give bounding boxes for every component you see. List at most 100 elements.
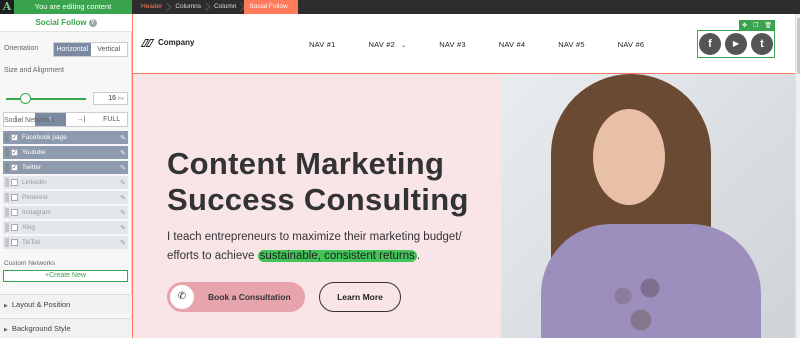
network-name: Youtube: [22, 149, 46, 156]
nav-item-2[interactable]: NAV #2 ⌄: [369, 40, 407, 49]
drag-handle-icon[interactable]: [5, 208, 9, 217]
network-checkbox[interactable]: ✓: [11, 149, 18, 156]
size-input[interactable]: 16 PX: [93, 92, 128, 105]
size-slider-track[interactable]: [6, 98, 86, 100]
section-background-style[interactable]: ▶ Background Style: [0, 318, 132, 338]
hero-photo: [501, 74, 795, 338]
section-layout-position[interactable]: ▶ Layout & Position: [0, 294, 132, 314]
network-checkbox[interactable]: ✓: [11, 164, 18, 171]
network-row-instagram[interactable]: Instagram ✎: [3, 206, 128, 219]
book-consultation-button[interactable]: ✆ Book a Consultation: [167, 282, 305, 312]
duplicate-icon[interactable]: ❐: [753, 22, 758, 29]
editor-canvas: Company NAV #1 NAV #2 ⌄ NAV #3 NAV #4 NAV…: [132, 14, 800, 338]
editing-status: You are editing content: [14, 0, 132, 14]
network-checkbox[interactable]: ✓: [11, 134, 18, 141]
edit-pencil-icon[interactable]: ✎: [118, 224, 128, 232]
headline-line-1: Content Marketing: [167, 146, 445, 181]
delete-icon[interactable]: 🗑: [764, 22, 772, 29]
site-nav: NAV #1 NAV #2 ⌄ NAV #3 NAV #4 NAV #5 NAV …: [309, 40, 677, 49]
size-unit: PX: [117, 96, 124, 101]
twitter-icon[interactable]: t: [751, 33, 773, 55]
social-networks-label: Social Networks: [4, 117, 55, 124]
network-checkbox[interactable]: [11, 179, 18, 186]
element-toolbar: ✥ ❐ 🗑: [739, 20, 775, 30]
size-label: Size and Alignment: [4, 67, 64, 74]
breadcrumb-column[interactable]: Column: [209, 0, 244, 14]
network-name: Instagram: [22, 209, 51, 216]
network-name: Pinterest: [22, 194, 48, 201]
facebook-icon[interactable]: f: [699, 33, 721, 55]
network-name: LinkedIn: [22, 179, 47, 186]
breadcrumb-header[interactable]: Header: [136, 0, 170, 14]
learn-more-button[interactable]: Learn More: [319, 282, 401, 312]
drag-handle-icon[interactable]: [5, 133, 9, 142]
network-row-facebook[interactable]: ✓ Facebook page ✎: [3, 131, 128, 144]
subtext-line-2: efforts to achieve sustainable, consiste…: [167, 247, 487, 266]
app-logo-icon[interactable]: A: [0, 0, 14, 14]
network-name: Xing: [22, 224, 36, 231]
orientation-label: Orientation: [4, 45, 39, 52]
site-header[interactable]: Company NAV #1 NAV #2 ⌄ NAV #3 NAV #4 NAV…: [133, 14, 795, 74]
size-slider-handle[interactable]: [20, 93, 31, 104]
edit-pencil-icon[interactable]: ✎: [118, 179, 128, 187]
photo-flowers: [596, 264, 686, 338]
drag-handle-icon[interactable]: [5, 148, 9, 157]
network-row-xing[interactable]: Xing ✎: [3, 221, 128, 234]
page-preview: Company NAV #1 NAV #2 ⌄ NAV #3 NAV #4 NAV…: [133, 14, 795, 338]
nav-item-4[interactable]: NAV #4: [499, 40, 526, 49]
orientation-toggle: Horizontal Vertical: [53, 42, 128, 57]
edit-pencil-icon[interactable]: ✎: [118, 134, 128, 142]
drag-handle-icon[interactable]: [5, 178, 9, 187]
network-row-pinterest[interactable]: Pinterest ✎: [3, 191, 128, 204]
size-value: 16: [108, 95, 116, 102]
help-icon[interactable]: ?: [88, 18, 97, 27]
drag-handle-icon[interactable]: [5, 223, 9, 232]
subtext-end: .: [416, 250, 421, 262]
edit-pencil-icon[interactable]: ✎: [118, 209, 128, 217]
headline-line-2: Success Consulting: [167, 182, 469, 217]
network-row-twitter[interactable]: ✓ Twitter ✎: [3, 161, 128, 174]
site-brand[interactable]: Company: [140, 38, 194, 47]
edit-pencil-icon[interactable]: ✎: [118, 239, 128, 247]
move-icon[interactable]: ✥: [742, 22, 747, 29]
nav-item-3[interactable]: NAV #3: [439, 40, 466, 49]
network-checkbox[interactable]: [11, 209, 18, 216]
orientation-horizontal[interactable]: Horizontal: [54, 43, 91, 56]
orientation-vertical[interactable]: Vertical: [91, 43, 128, 56]
custom-networks-label: Custom Networks: [4, 260, 56, 267]
edit-pencil-icon[interactable]: ✎: [118, 164, 128, 172]
hero-headline[interactable]: Content Marketing Success Consulting: [167, 146, 487, 218]
photo-face: [593, 109, 665, 205]
breadcrumb-columns[interactable]: Columns: [170, 0, 209, 14]
edit-pencil-icon[interactable]: ✎: [118, 149, 128, 157]
nav-item-1[interactable]: NAV #1: [309, 40, 336, 49]
nav-item-6[interactable]: NAV #6: [618, 40, 645, 49]
expand-triangle-icon: ▶: [4, 327, 8, 333]
network-name: TikTok: [22, 239, 41, 246]
canvas-scrollbar[interactable]: [795, 14, 800, 338]
youtube-icon[interactable]: ▶: [725, 33, 747, 55]
network-name: Twitter: [22, 164, 42, 171]
breadcrumb-social-follow[interactable]: Social Follow: [244, 0, 298, 14]
network-row-linkedin[interactable]: LinkedIn ✎: [3, 176, 128, 189]
network-row-youtube[interactable]: ✓ Youtube ✎: [3, 146, 128, 159]
nav-item-5[interactable]: NAV #5: [558, 40, 585, 49]
network-checkbox[interactable]: [11, 194, 18, 201]
network-checkbox[interactable]: [11, 239, 18, 246]
network-checkbox[interactable]: [11, 224, 18, 231]
nav-item-2-label: NAV #2: [368, 40, 395, 49]
drag-handle-icon[interactable]: [5, 238, 9, 247]
network-row-tiktok[interactable]: TikTok ✎: [3, 236, 128, 249]
edit-pencil-icon[interactable]: ✎: [118, 194, 128, 202]
brand-logo-icon: [140, 38, 155, 47]
drag-handle-icon[interactable]: [5, 163, 9, 172]
subtext-line-1: I teach entrepreneurs to maximize their …: [167, 231, 462, 243]
hero-subtext[interactable]: I teach entrepreneurs to maximize their …: [167, 228, 487, 266]
align-right-button[interactable]: →|: [66, 113, 97, 126]
create-new-button[interactable]: +Create New: [3, 270, 128, 282]
settings-panel: Social Follow? Orientation Horizontal Ve…: [0, 14, 132, 338]
align-full-button[interactable]: FULL: [96, 113, 127, 126]
expand-triangle-icon: ▶: [4, 303, 8, 309]
drag-handle-icon[interactable]: [5, 193, 9, 202]
chevron-down-icon: ⌄: [401, 43, 407, 49]
